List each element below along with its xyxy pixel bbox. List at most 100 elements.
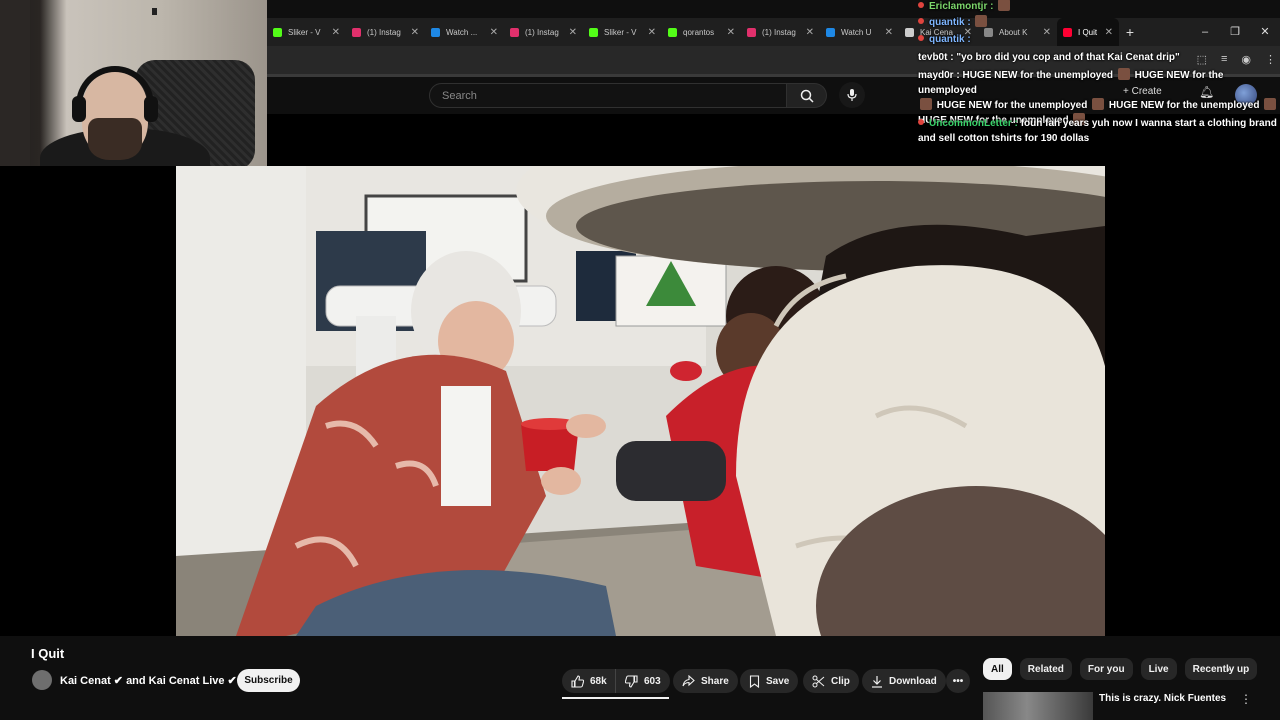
clip-label: Clip — [831, 675, 850, 687]
search-input[interactable]: Search — [429, 83, 787, 108]
browser-tab[interactable]: qorantos ✕ — [662, 18, 741, 46]
browser-tab[interactable]: Watch U ✕ — [820, 18, 899, 46]
recommendation-title[interactable]: This is crazy. Nick Fuentes — [1099, 693, 1226, 704]
emote-icon — [998, 0, 1011, 11]
browser-tab[interactable]: (1) Instag ✕ — [346, 18, 425, 46]
tab-close-icon[interactable]: ✕ — [569, 27, 577, 38]
channel-avatar[interactable] — [32, 670, 52, 690]
chip-all[interactable]: All — [983, 658, 1012, 680]
webcam-overlay — [0, 0, 267, 166]
chat-message: quantik : — [918, 15, 1280, 30]
browser-tab[interactable]: Sliker - V ✕ — [267, 18, 346, 46]
chip-for-you[interactable]: For you — [1079, 658, 1133, 680]
download-button[interactable]: Download — [862, 669, 946, 693]
thumbs-up-icon — [571, 674, 584, 688]
chat-text: HUGE NEW for the unemployed — [962, 70, 1114, 81]
headset-left-earcup — [72, 96, 86, 122]
tab-label: qorantos — [683, 27, 715, 37]
tab-favicon-icon — [273, 27, 282, 37]
recommendation-more-icon[interactable]: ⋮ — [1240, 692, 1252, 706]
chip-live[interactable]: Live — [1140, 658, 1177, 680]
search-icon — [800, 89, 814, 103]
chat-text: "yo bro did you cop and of that Kai Cena… — [956, 52, 1180, 63]
video-frame — [176, 166, 1105, 636]
video-player[interactable] — [176, 166, 1105, 636]
dislike-count: 603 — [644, 675, 661, 687]
chat-username: tevb0t : — [918, 52, 954, 63]
thumbs-down-icon — [625, 674, 638, 688]
chat-message: tevb0t : "yo bro did you cop and of that… — [918, 50, 1280, 65]
tab-label: (1) Instag — [762, 27, 796, 37]
tab-close-icon[interactable]: ✕ — [885, 27, 893, 38]
like-count: 68k — [590, 675, 607, 687]
tab-favicon-icon — [352, 27, 361, 37]
microphone-icon — [847, 89, 857, 101]
badge-icon — [918, 18, 924, 24]
chat-username: Ericlamontjr : — [929, 1, 994, 12]
tab-close-icon[interactable]: ✕ — [648, 27, 656, 38]
tab-close-icon[interactable]: ✕ — [332, 27, 340, 38]
tab-favicon-icon — [668, 27, 677, 37]
chat-username: quantik : — [929, 34, 971, 45]
tab-label: Sliker - V — [288, 27, 321, 37]
tab-close-icon[interactable]: ✕ — [490, 27, 498, 38]
video-info: I Quit Kai Cenat ✔ and Kai Cenat Live ✔ … — [0, 636, 1280, 720]
chat-username: mayd0r : — [918, 70, 960, 81]
tab-label: Watch ... — [446, 27, 478, 37]
webcam-beard — [88, 118, 142, 160]
browser-tab[interactable]: (1) Instag ✕ — [504, 18, 583, 46]
channel-name[interactable]: Kai Cenat ✔ and Kai Cenat Live ✔ — [60, 674, 237, 687]
emote-icon — [1264, 98, 1277, 110]
clip-button[interactable]: Clip — [803, 669, 859, 693]
tab-favicon-icon — [747, 27, 756, 37]
headset-right-earcup — [144, 96, 158, 122]
save-button[interactable]: Save — [740, 669, 799, 693]
chat-username: quantik : — [929, 17, 971, 28]
share-button[interactable]: Share — [673, 669, 738, 693]
emote-icon — [1117, 68, 1130, 80]
tab-close-icon[interactable]: ✕ — [727, 27, 735, 38]
chat-text: HUGE NEW for the unemployed — [936, 100, 1088, 111]
tab-favicon-icon — [589, 27, 598, 37]
tab-favicon-icon — [905, 27, 914, 37]
tab-favicon-icon — [826, 27, 835, 37]
voice-search-button[interactable] — [839, 82, 865, 108]
tab-label: Watch U — [841, 27, 872, 37]
like-ratio-bar — [562, 697, 669, 699]
tab-close-icon[interactable]: ✕ — [411, 27, 419, 38]
like-button[interactable]: 68k — [562, 669, 616, 693]
subscribe-button[interactable]: Subscribe — [237, 669, 300, 692]
browser-tab[interactable]: (1) Instag ✕ — [741, 18, 820, 46]
chevron-right-icon[interactable]: › — [1226, 662, 1230, 676]
emote-icon — [920, 98, 932, 110]
badge-icon — [918, 2, 924, 8]
tab-favicon-icon — [431, 27, 440, 37]
video-title: I Quit — [31, 646, 65, 661]
recommendation-thumbnail[interactable] — [983, 692, 1093, 720]
bookmark-icon — [749, 674, 760, 688]
browser-tab[interactable]: Watch ... ✕ — [425, 18, 504, 46]
chip-recently-up[interactable]: Recently up — [1184, 658, 1258, 680]
search-button[interactable] — [787, 83, 827, 108]
tab-label: (1) Instag — [367, 27, 401, 37]
save-label: Save — [766, 675, 790, 687]
tab-close-icon[interactable]: ✕ — [806, 27, 814, 38]
tab-label: (1) Instag — [525, 27, 559, 37]
share-icon — [682, 675, 695, 687]
screen: Sliker - V ✕ (1) Instag ✕ Watch ... ✕ (1) Inst… — [0, 0, 1280, 720]
more-actions-button[interactable]: ••• — [946, 669, 970, 693]
chat-message: UncommonLetter : fouh fah years yuh now … — [918, 116, 1280, 146]
scissors-icon — [812, 675, 825, 687]
tab-favicon-icon — [510, 27, 519, 37]
download-label: Download — [889, 675, 937, 687]
chip-related[interactable]: Related — [1019, 658, 1072, 680]
chat-message: quantik : — [918, 32, 1280, 47]
browser-tab[interactable]: Sliker - V ✕ — [583, 18, 662, 46]
chat-text: HUGE NEW for the unemployed — [1108, 100, 1260, 111]
emote-icon — [1092, 98, 1105, 110]
chat-message: Ericlamontjr : — [918, 0, 1280, 14]
download-icon — [872, 675, 882, 688]
webcam-jacket-on-wall — [0, 0, 30, 166]
tab-label: Sliker - V — [604, 27, 637, 37]
dislike-button[interactable]: 603 — [615, 669, 670, 693]
